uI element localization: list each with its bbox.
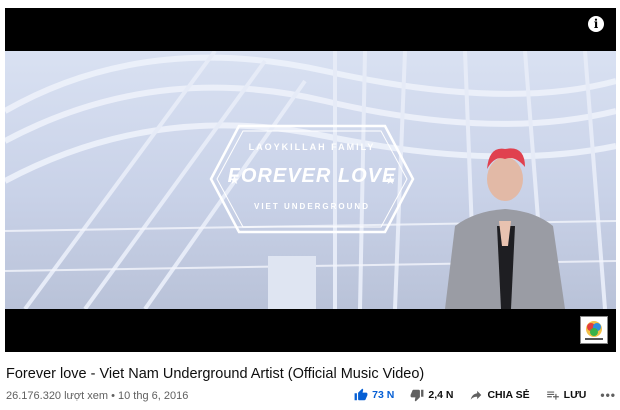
overlay-sub-text: VIET UNDERGROUND <box>253 202 370 211</box>
like-button[interactable]: 73 N <box>354 388 394 402</box>
share-arrow-icon <box>471 390 482 400</box>
save-label: LƯU <box>563 389 587 401</box>
share-label: CHIA SẺ <box>487 389 530 401</box>
save-button[interactable]: LƯU <box>546 388 587 402</box>
video-overlay-logo: ★ ★ LAOYKILLAH FAMILY FOREVER LOVE VIET … <box>209 124 415 234</box>
dislike-button[interactable]: 2,4 N <box>410 388 453 402</box>
share-button[interactable]: CHIA SẺ <box>469 388 530 402</box>
like-count: 73 N <box>372 389 395 401</box>
dislike-count: 2,4 N <box>428 389 454 401</box>
video-player[interactable]: ★ ★ LAOYKILLAH FAMILY FOREVER LOVE VIET … <box>5 8 616 352</box>
channel-watermark[interactable] <box>580 316 608 344</box>
more-horizontal-icon[interactable]: ••• <box>600 388 616 402</box>
action-bar: 73 N 2,4 N CHIA SẺ LƯU ••• <box>338 388 616 402</box>
video-frame[interactable]: ★ ★ LAOYKILLAH FAMILY FOREVER LOVE VIET … <box>5 51 616 309</box>
video-meta: 26.176.320 lượt xem • 10 thg 6, 2016 <box>6 390 189 402</box>
thumbs-down-icon <box>410 389 424 402</box>
overlay-family-text: LAOYKILLAH FAMILY <box>248 142 376 152</box>
playlist-add-icon <box>546 391 559 400</box>
overlay-title-text: FOREVER LOVE <box>227 165 397 187</box>
thumbs-up-icon <box>354 388 368 401</box>
artist-figure <box>445 148 565 309</box>
info-icon[interactable]: i <box>588 16 604 32</box>
video-title: Forever love - Viet Nam Underground Arti… <box>6 366 425 382</box>
